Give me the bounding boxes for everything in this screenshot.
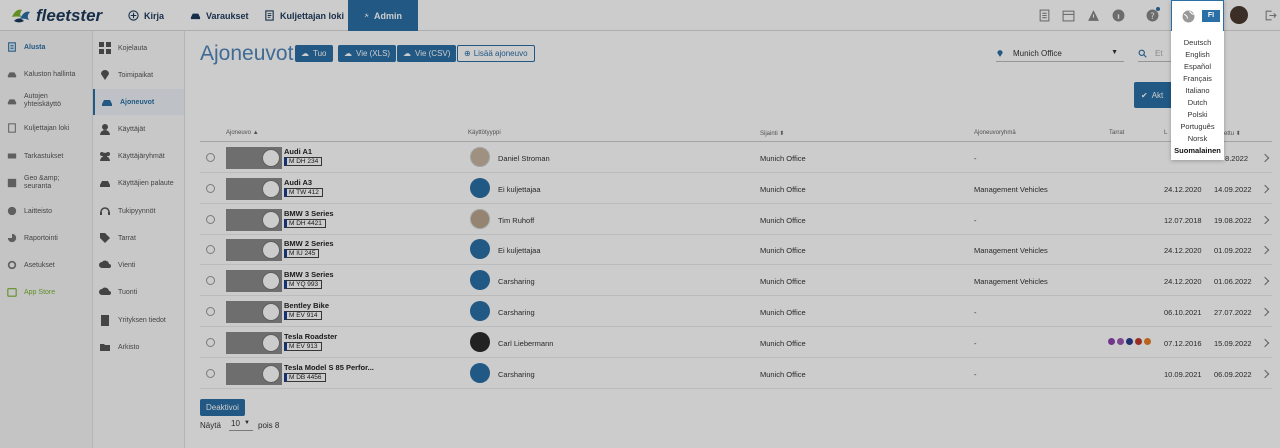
language-option[interactable]: Français bbox=[1171, 74, 1224, 83]
language-option[interactable]: Português bbox=[1171, 122, 1224, 131]
language-option[interactable]: Polski bbox=[1171, 110, 1224, 119]
language-toggle[interactable]: FI bbox=[1171, 0, 1224, 31]
language-option[interactable]: Italiano bbox=[1171, 86, 1224, 95]
language-option[interactable]: Español bbox=[1171, 62, 1224, 71]
language-option[interactable]: Norsk bbox=[1171, 134, 1224, 143]
modal-backdrop[interactable] bbox=[0, 0, 1280, 448]
globe-icon bbox=[1182, 10, 1195, 23]
language-option[interactable]: English bbox=[1171, 50, 1224, 59]
language-option[interactable]: Suomalainen bbox=[1171, 146, 1224, 155]
language-option[interactable]: Deutsch bbox=[1171, 38, 1224, 47]
language-badge: FI bbox=[1202, 10, 1220, 22]
language-dropdown: FI Deutsch English Español Français Italiano… bbox=[1171, 0, 1224, 160]
language-option[interactable]: Dutch bbox=[1171, 98, 1224, 107]
